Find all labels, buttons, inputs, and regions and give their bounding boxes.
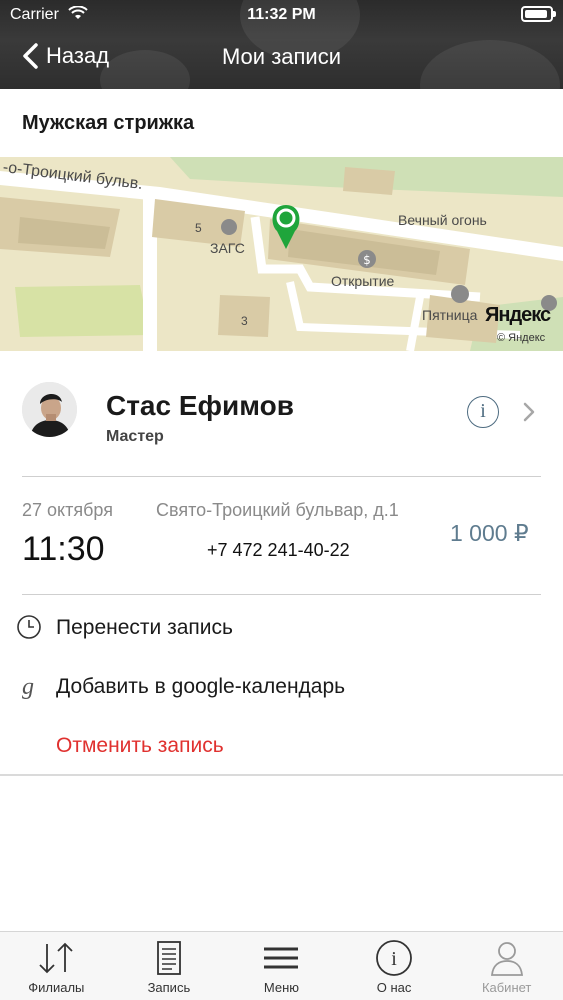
sort-arrows-icon: [39, 942, 73, 974]
tab-menu[interactable]: Меню: [225, 932, 338, 1000]
hamburger-menu-icon: [264, 947, 299, 969]
map-house-number: 5: [195, 221, 202, 235]
map-house-number: 3: [241, 314, 248, 328]
cancel-appointment-button[interactable]: Отменить запись: [0, 720, 563, 768]
svg-text:i: i: [391, 948, 397, 970]
tab-about[interactable]: i О нас: [338, 932, 451, 1000]
user-icon: [490, 942, 523, 976]
map-label-bank: Открытие: [331, 273, 395, 289]
appointment-date: 27 октября: [22, 500, 113, 520]
top-bar: Carrier 11:32 PM Назад Мои записи: [0, 0, 563, 89]
tab-label: Меню: [263, 980, 300, 995]
info-button[interactable]: i: [467, 396, 499, 428]
svg-text:g: g: [22, 674, 34, 699]
tab-label: Филиалы: [28, 980, 85, 995]
appointment-time: 11:30: [22, 530, 105, 568]
status-time: 11:32 PM: [247, 6, 316, 23]
tab-branches[interactable]: Филиалы: [0, 932, 113, 1000]
clock-icon: [17, 615, 41, 639]
master-name: Стас Ефимов: [106, 390, 294, 421]
divider: [0, 774, 563, 776]
google-calendar-label: Добавить в google-календарь: [56, 675, 346, 698]
status-bar: Carrier 11:32 PM: [0, 0, 563, 30]
map-provider-logo: Яндекс: [485, 304, 551, 326]
service-title: Мужская стрижка: [22, 112, 195, 134]
tab-booking[interactable]: Запись: [113, 932, 226, 1000]
page-title: Мои записи: [221, 44, 342, 69]
master-role: Мастер: [106, 428, 164, 445]
tab-cabinet[interactable]: Кабинет: [450, 932, 563, 1000]
info-icon: i: [376, 940, 412, 976]
google-calendar-button[interactable]: g Добавить в google-календарь: [0, 661, 563, 709]
appointment-address: Свято-Троицкий бульвар, д.1: [156, 500, 399, 520]
tab-label: О нас: [376, 980, 412, 995]
map-label-zags: ЗАГС: [210, 240, 245, 256]
map-label-shop: Пятница: [422, 307, 478, 323]
reschedule-label: Перенести запись: [56, 616, 233, 639]
document-icon: [156, 941, 181, 975]
chevron-right-icon[interactable]: [522, 401, 536, 423]
tab-bar: Филиалы Запись Меню i О нас Кабинет: [0, 931, 563, 1000]
svg-text:$: $: [363, 253, 371, 267]
info-icon: i: [480, 400, 486, 422]
appointment-price: 1 000 ₽: [450, 520, 529, 546]
avatar: [22, 382, 77, 437]
divider: [22, 594, 541, 595]
phone-link[interactable]: +7 472 241-40-22: [207, 540, 350, 561]
google-icon: g: [22, 674, 34, 699]
divider: [22, 476, 541, 477]
cancel-label: Отменить запись: [56, 734, 224, 757]
tab-label: Запись: [147, 980, 191, 995]
reschedule-button[interactable]: Перенести запись: [0, 602, 563, 650]
map-view[interactable]: $ -о-Троицкий бульв. Вечный огонь ЗАГС 5…: [0, 157, 563, 351]
tab-label: Кабинет: [481, 980, 532, 995]
battery-icon: [521, 6, 556, 22]
master-row[interactable]: Стас Ефимов Мастер i: [0, 370, 563, 470]
map-copyright: © Яндекс: [497, 332, 546, 344]
map-label-eternal-fire: Вечный огонь: [398, 212, 487, 228]
